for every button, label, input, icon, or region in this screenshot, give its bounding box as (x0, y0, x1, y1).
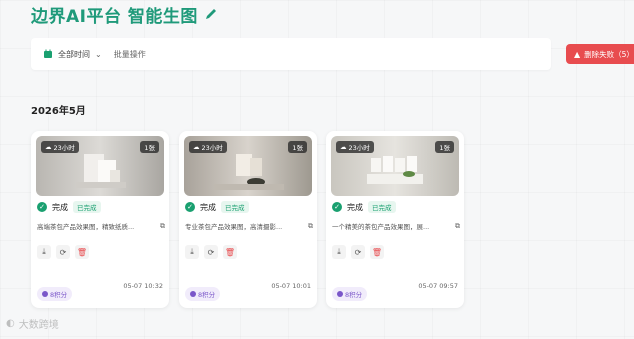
regenerate-button[interactable]: ⟳ (56, 245, 70, 259)
card-footer: 8积分 05-07 10:32 (37, 282, 163, 301)
check-circle-icon: ✓ (185, 202, 195, 212)
refresh-icon: ⟳ (59, 247, 67, 257)
cloud-icon: ☁ (45, 143, 52, 151)
delete-button[interactable]: 🗑 (75, 245, 89, 259)
image-count-badge: 1张 (140, 141, 159, 153)
card-actions: ⤓ ⟳ 🗑 (37, 245, 89, 259)
generated-image-thumbnail[interactable]: ☁ 23小时 1张 (331, 136, 459, 196)
copy-icon[interactable]: ⧉ (308, 222, 313, 231)
download-icon: ⤓ (42, 247, 46, 256)
card-timestamp: 05-07 09:57 (418, 282, 458, 290)
refresh-icon: ⟳ (207, 247, 215, 257)
status-badge: 已完成 (221, 201, 249, 213)
batch-operation-button[interactable]: 批量操作 (114, 49, 146, 60)
cloud-icon: ☁ (193, 143, 200, 151)
points-icon (190, 291, 196, 297)
time-filter-label: 全部时间 (58, 49, 90, 59)
description-row: 一个精美的茶包产品效果图，展... ⧉ (332, 221, 460, 232)
card-timestamp: 05-07 10:01 (271, 282, 311, 290)
status-row: ✓ 完成 已完成 (37, 201, 101, 213)
points-badge: 8积分 (185, 287, 221, 301)
delete-button[interactable]: 🗑 (370, 245, 384, 259)
chevron-down-icon: ⌄ (95, 49, 102, 59)
description-row: 专业茶包产品效果图，高清摄影... ⧉ (185, 221, 313, 232)
generated-image-thumbnail[interactable]: ☁ 23小时 1张 (184, 136, 312, 196)
points-icon (337, 291, 343, 297)
copy-icon[interactable]: ⧉ (455, 222, 460, 231)
download-icon: ⤓ (337, 247, 341, 256)
card-footer: 8积分 05-07 09:57 (332, 282, 458, 301)
status-row: ✓ 完成 已完成 (332, 201, 396, 213)
status-text: 完成 (347, 202, 363, 212)
points-icon (42, 291, 48, 297)
copy-icon[interactable]: ⧉ (160, 222, 165, 231)
regenerate-button[interactable]: ⟳ (351, 245, 365, 259)
trash-icon: 🗑 (371, 247, 383, 257)
time-badge: ☁ 23小时 (41, 141, 79, 153)
status-row: ✓ 完成 已完成 (185, 201, 249, 213)
points-badge: 8积分 (332, 287, 368, 301)
status-badge: 已完成 (368, 201, 396, 213)
calendar-icon (43, 49, 53, 59)
status-text: 完成 (52, 202, 68, 212)
page-title: 边界AI平台 智能生图 (31, 6, 198, 27)
image-card[interactable]: ☁ 23小时 1张 ✓ 完成 已完成 高端茶包产品效果图，精致纸质... ⧉ ⤓… (31, 131, 169, 308)
points-badge: 8积分 (37, 287, 73, 301)
description-row: 高端茶包产品效果图，精致纸质... ⧉ (37, 221, 165, 232)
prompt-description: 专业茶包产品效果图，高清摄影... (185, 223, 283, 231)
warning-icon: ▲ (574, 49, 581, 59)
delete-failed-label: 删除失败（5） (584, 49, 634, 59)
generated-image-thumbnail[interactable]: ☁ 23小时 1张 (36, 136, 164, 196)
download-icon: ⤓ (190, 247, 194, 256)
edit-pencil-icon[interactable] (204, 7, 218, 21)
delete-button[interactable]: 🗑 (223, 245, 237, 259)
card-footer: 8积分 05-07 10:01 (185, 282, 311, 301)
prompt-description: 高端茶包产品效果图，精致纸质... (37, 223, 135, 231)
time-badge: ☁ 23小时 (336, 141, 374, 153)
card-actions: ⤓ ⟳ 🗑 (185, 245, 237, 259)
image-card[interactable]: ☁ 23小时 1张 ✓ 完成 已完成 专业茶包产品效果图，高清摄影... ⧉ ⤓… (179, 131, 317, 308)
image-card[interactable]: ☁ 23小时 1张 ✓ 完成 已完成 一个精美的茶包产品效果图，展... ⧉ ⤓… (326, 131, 464, 308)
month-section-title: 2026年5月 (31, 106, 86, 117)
image-count-badge: 1张 (435, 141, 454, 153)
trash-icon: 🗑 (224, 247, 236, 257)
cloud-icon: ☁ (340, 143, 347, 151)
image-count-badge: 1张 (288, 141, 307, 153)
regenerate-button[interactable]: ⟳ (204, 245, 218, 259)
check-circle-icon: ✓ (332, 202, 342, 212)
refresh-icon: ⟳ (354, 247, 362, 257)
prompt-description: 一个精美的茶包产品效果图，展... (332, 223, 430, 231)
status-badge: 已完成 (73, 201, 101, 213)
time-filter-dropdown[interactable]: 全部时间 ⌄ (43, 49, 102, 60)
trash-icon: 🗑 (76, 247, 88, 257)
delete-failed-button[interactable]: ▲ 删除失败（5） (566, 44, 634, 64)
status-text: 完成 (200, 202, 216, 212)
watermark: ◐ 大数跨境 (6, 318, 59, 331)
download-button[interactable]: ⤓ (332, 245, 346, 259)
download-button[interactable]: ⤓ (185, 245, 199, 259)
time-badge: ☁ 23小时 (189, 141, 227, 153)
card-timestamp: 05-07 10:32 (123, 282, 163, 290)
card-actions: ⤓ ⟳ 🗑 (332, 245, 384, 259)
download-button[interactable]: ⤓ (37, 245, 51, 259)
page-header: 边界AI平台 智能生图 (31, 2, 218, 27)
toolbar: 全部时间 ⌄ 批量操作 (31, 38, 551, 70)
check-circle-icon: ✓ (37, 202, 47, 212)
watermark-logo-icon: ◐ (6, 318, 15, 329)
